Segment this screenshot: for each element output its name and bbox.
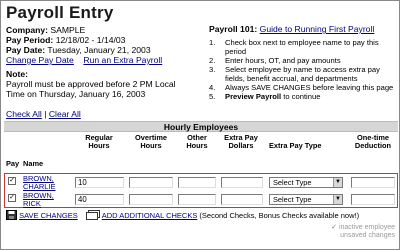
save-changes-button[interactable]: SAVE CHANGES	[19, 211, 78, 220]
col-extra-type: Extra Pay Type	[269, 141, 322, 150]
chevron-down-icon: ▼	[333, 178, 342, 187]
overtime-hours-input[interactable]	[129, 194, 173, 205]
payroll-entry-panel: Payroll Entry Company: SAMPLE Pay Period…	[0, 0, 400, 250]
extra-pay-type-select[interactable]: Select Type ▼	[269, 194, 343, 205]
payroll-help: Payroll 101: Guide to Running First Payr…	[209, 24, 399, 102]
col-regular: Regular Hours	[85, 133, 113, 150]
other-hours-input[interactable]	[178, 194, 216, 205]
first-payroll-guide-link[interactable]: Guide to Running First Payroll	[260, 24, 375, 34]
save-icon[interactable]	[6, 210, 17, 222]
employee-name-link[interactable]: BROWN, RICK	[23, 192, 54, 208]
company-label: Company:	[6, 25, 49, 35]
help-label: Payroll 101:	[209, 24, 258, 34]
other-hours-input[interactable]	[178, 177, 216, 188]
pay-date-value: Tuesday, January 21, 2003	[47, 45, 151, 55]
help-step: 5. Preview Payroll to continue	[209, 92, 321, 101]
pay-checkbox[interactable]: ✓	[8, 194, 16, 202]
col-overtime: Overtime Hours	[134, 133, 168, 150]
additional-checks-icon[interactable]	[86, 210, 101, 222]
hourly-employees-header: Hourly Employees	[4, 121, 398, 132]
one-time-deduction-input[interactable]	[351, 194, 395, 205]
note-line-2: Time on Thursday, January 16, 2003	[6, 89, 146, 99]
chevron-down-icon: ▼	[333, 195, 342, 204]
approval-note: Note: Payroll must be approved before 2 …	[6, 69, 201, 99]
note-line-1: Payroll must be approved before 2 PM Loc…	[6, 79, 176, 89]
footer-actions: SAVE CHANGES ADD ADDITIONAL CHECKS (Seco…	[6, 210, 359, 222]
company-value: SAMPLE	[50, 25, 86, 35]
pay-checkbox[interactable]: ✓	[8, 177, 16, 185]
employee-name-link[interactable]: BROWN, CHARLIE	[23, 175, 56, 191]
payroll-info: Company: SAMPLE Pay Period: 12/18/02 - 1…	[6, 25, 162, 65]
run-extra-payroll-link[interactable]: Run an Extra Payroll	[83, 55, 162, 65]
col-pay: Pay	[6, 159, 20, 168]
page-title: Payroll Entry	[6, 3, 114, 22]
change-pay-date-link[interactable]: Change Pay Date	[6, 55, 74, 65]
help-step: 1. Check box next to employee name to pay…	[209, 38, 379, 56]
col-other: Other Hours	[186, 133, 208, 150]
check-mark-icon: ✓	[331, 224, 338, 231]
regular-hours-input[interactable]: 40	[75, 194, 124, 205]
pay-period-label: Pay Period:	[6, 35, 54, 45]
help-step: 4. Always SAVE CHANGES before leaving thi…	[209, 83, 394, 92]
pay-period-value: 12/18/02 - 1/14/03	[55, 35, 126, 45]
col-extra-dollars: Extra Pay Dollars	[224, 133, 258, 150]
clear-all-link[interactable]: Clear All	[49, 109, 81, 119]
help-step: 3. Select employee by name to access extr…	[209, 65, 380, 83]
col-onetime-deduction: One-time Deduction	[354, 133, 392, 150]
extra-pay-type-select[interactable]: Select Type ▼	[269, 177, 343, 188]
help-steps: 1. Check box next to employee name to pay…	[209, 38, 399, 101]
one-time-deduction-input[interactable]	[351, 177, 395, 188]
regular-hours-input[interactable]: 10	[75, 177, 124, 188]
legend: ✓ inactive employee unsaved changes	[331, 224, 395, 240]
legend-inactive: inactive employee	[338, 224, 395, 231]
additional-checks-note: (Second Checks, Bonus Checks available n…	[199, 210, 360, 220]
legend-unsaved: unsaved changes	[340, 232, 395, 239]
check-all-link[interactable]: Check All	[6, 109, 42, 119]
note-label: Note:	[6, 69, 28, 79]
overtime-hours-input[interactable]	[129, 177, 173, 188]
extra-pay-dollars-input[interactable]	[221, 177, 263, 188]
select-controls: Check All | Clear All	[6, 109, 81, 119]
preview-payroll-text: Preview Payroll	[225, 92, 282, 101]
help-step: 2. Enter hours, OT, and pay amounts	[209, 56, 341, 65]
add-additional-checks-button[interactable]: ADD ADDITIONAL CHECKS	[102, 211, 198, 220]
pay-date-label: Pay Date:	[6, 45, 46, 55]
col-name: Name	[23, 159, 44, 168]
extra-pay-dollars-input[interactable]	[221, 194, 263, 205]
select-separator: |	[44, 109, 47, 119]
